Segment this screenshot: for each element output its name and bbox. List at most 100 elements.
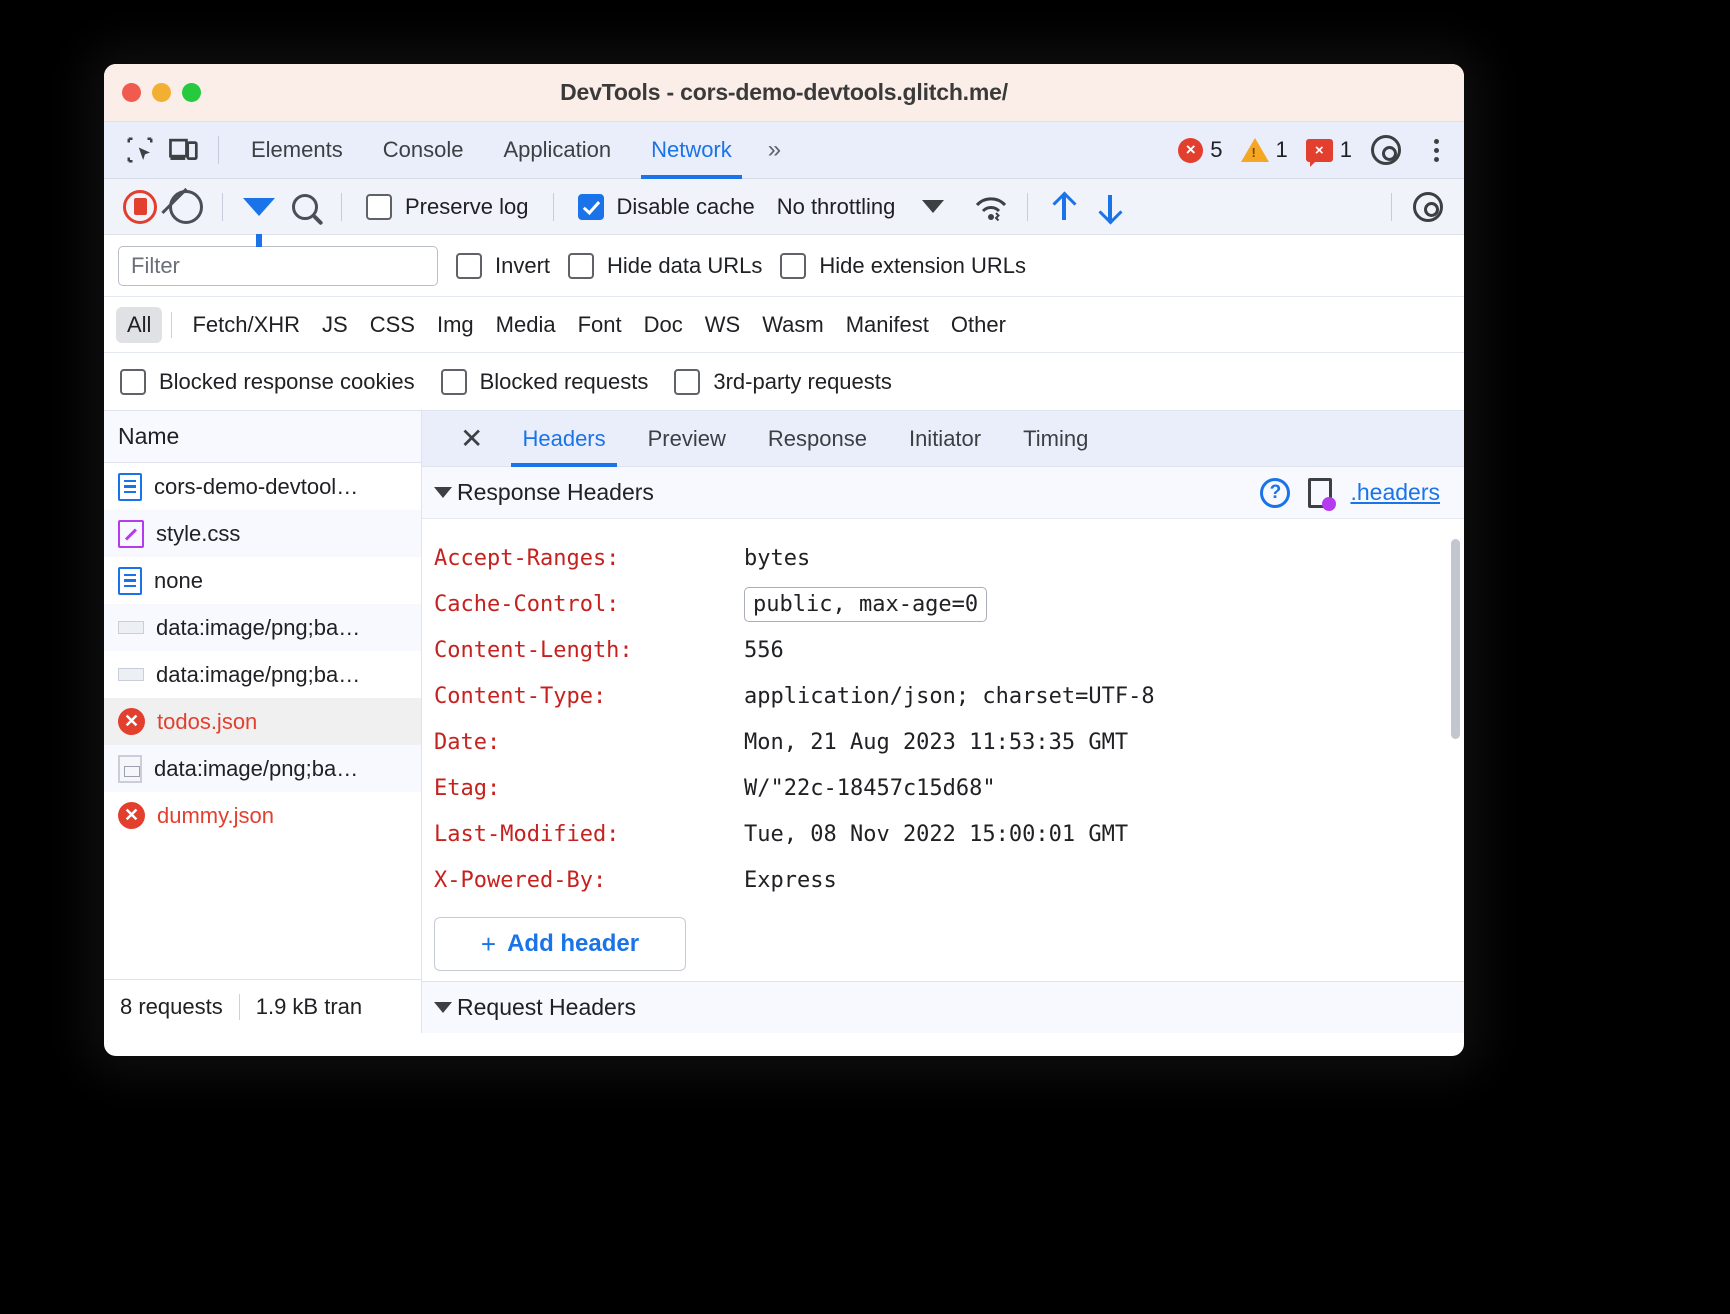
preserve-log-box[interactable] bbox=[366, 194, 392, 220]
add-header-button[interactable]: + Add header bbox=[434, 917, 686, 971]
header-value[interactable]: bytes bbox=[744, 546, 810, 571]
type-filter-img[interactable]: Img bbox=[426, 307, 485, 343]
blocked-response-cookies-checkbox[interactable]: Blocked response cookies bbox=[120, 369, 415, 395]
tab-initiator[interactable]: Initiator bbox=[888, 411, 1002, 467]
response-headers-section-header[interactable]: Response Headers ? .headers bbox=[422, 467, 1464, 519]
header-value[interactable]: Mon, 21 Aug 2023 11:53:35 GMT bbox=[744, 730, 1128, 755]
search-icon[interactable] bbox=[283, 185, 327, 229]
error-badge[interactable]: × 5 bbox=[1172, 137, 1228, 163]
throttling-select[interactable]: No throttling bbox=[777, 194, 896, 220]
issue-badge[interactable]: × 1 bbox=[1300, 137, 1358, 163]
override-file-link[interactable]: .headers bbox=[1350, 479, 1440, 506]
record-stop-icon[interactable] bbox=[118, 185, 162, 229]
stylesheet-icon bbox=[118, 520, 144, 548]
request-name: data:image/png;ba… bbox=[154, 756, 358, 782]
network-conditions-icon[interactable] bbox=[969, 185, 1013, 229]
header-value[interactable]: Express bbox=[744, 868, 837, 893]
header-value[interactable]: Tue, 08 Nov 2022 15:00:01 GMT bbox=[744, 822, 1128, 847]
header-value[interactable]: 556 bbox=[744, 638, 784, 663]
hide-extension-urls-checkbox[interactable]: Hide extension URLs bbox=[780, 253, 1026, 279]
table-row[interactable]: ✕ todos.json bbox=[104, 698, 421, 745]
tab-preview[interactable]: Preview bbox=[627, 411, 747, 467]
tab-timing[interactable]: Timing bbox=[1002, 411, 1109, 467]
tab-network[interactable]: Network bbox=[631, 122, 752, 179]
table-row[interactable]: cors-demo-devtool… bbox=[104, 463, 421, 510]
table-row[interactable]: style.css bbox=[104, 510, 421, 557]
blocked-response-cookies-box[interactable] bbox=[120, 369, 146, 395]
more-tabs-icon[interactable]: » bbox=[752, 136, 794, 164]
override-file-icon[interactable] bbox=[1308, 478, 1332, 508]
tab-elements[interactable]: Elements bbox=[231, 122, 363, 179]
third-party-requests-checkbox[interactable]: 3rd-party requests bbox=[674, 369, 892, 395]
header-row[interactable]: X-Powered-By: Express bbox=[422, 857, 1464, 903]
disable-cache-box[interactable] bbox=[578, 194, 604, 220]
blocked-requests-checkbox[interactable]: Blocked requests bbox=[441, 369, 649, 395]
third-party-requests-label: 3rd-party requests bbox=[713, 369, 892, 395]
request-headers-section-header[interactable]: Request Headers bbox=[422, 981, 1464, 1033]
device-toolbar-icon[interactable] bbox=[162, 128, 206, 172]
invert-box[interactable] bbox=[456, 253, 482, 279]
disable-cache-checkbox[interactable]: Disable cache bbox=[578, 194, 755, 220]
chevron-down-icon[interactable] bbox=[434, 487, 452, 498]
hide-data-urls-box[interactable] bbox=[568, 253, 594, 279]
type-filter-ws[interactable]: WS bbox=[694, 307, 751, 343]
type-filter-js[interactable]: JS bbox=[311, 307, 359, 343]
header-row[interactable]: Content-Type: application/json; charset=… bbox=[422, 673, 1464, 719]
type-filter-fetch-xhr[interactable]: Fetch/XHR bbox=[181, 307, 311, 343]
tab-response[interactable]: Response bbox=[747, 411, 888, 467]
help-question-icon[interactable]: ? bbox=[1260, 478, 1290, 508]
gear-icon[interactable] bbox=[1364, 128, 1408, 172]
upload-har-icon[interactable] bbox=[1042, 185, 1086, 229]
chevron-down-icon[interactable] bbox=[911, 185, 955, 229]
warning-badge[interactable]: 1 bbox=[1235, 137, 1294, 163]
type-filter-css[interactable]: CSS bbox=[359, 307, 426, 343]
hide-extension-urls-box[interactable] bbox=[780, 253, 806, 279]
invert-checkbox[interactable]: Invert bbox=[456, 253, 550, 279]
kebab-menu-icon[interactable] bbox=[1414, 128, 1458, 172]
close-icon[interactable]: ✕ bbox=[442, 422, 501, 455]
type-filter-media[interactable]: Media bbox=[485, 307, 567, 343]
hide-data-urls-checkbox[interactable]: Hide data URLs bbox=[568, 253, 762, 279]
column-header-name[interactable]: Name bbox=[104, 411, 421, 463]
tab-console[interactable]: Console bbox=[363, 122, 484, 179]
header-value-editable[interactable]: public, max-age=0 bbox=[744, 587, 987, 622]
type-filter-font[interactable]: Font bbox=[567, 307, 633, 343]
tab-application[interactable]: Application bbox=[483, 122, 631, 179]
header-row[interactable]: Accept-Ranges: bytes bbox=[422, 535, 1464, 581]
table-row[interactable]: data:image/png;ba… bbox=[104, 745, 421, 792]
blocked-filters: Blocked response cookies Blocked request… bbox=[104, 353, 1464, 411]
table-row[interactable]: ✕ dummy.json bbox=[104, 792, 421, 839]
type-filter-doc[interactable]: Doc bbox=[633, 307, 694, 343]
summary-divider bbox=[239, 994, 240, 1020]
preserve-log-checkbox[interactable]: Preserve log bbox=[366, 194, 529, 220]
issue-icon: × bbox=[1306, 139, 1333, 162]
header-name: Date: bbox=[434, 730, 744, 755]
header-value[interactable]: W/"22c-18457c15d68" bbox=[744, 776, 996, 801]
header-row[interactable]: Date: Mon, 21 Aug 2023 11:53:35 GMT bbox=[422, 719, 1464, 765]
table-row[interactable]: data:image/png;ba… bbox=[104, 604, 421, 651]
header-row[interactable]: Content-Length: 556 bbox=[422, 627, 1464, 673]
type-filter-all[interactable]: All bbox=[116, 307, 162, 343]
header-row[interactable]: Last-Modified: Tue, 08 Nov 2022 15:00:01… bbox=[422, 811, 1464, 857]
type-filter-wasm[interactable]: Wasm bbox=[751, 307, 835, 343]
table-row[interactable]: none bbox=[104, 557, 421, 604]
data-url-icon bbox=[118, 668, 144, 681]
header-row[interactable]: Cache-Control: public, max-age=0 bbox=[422, 581, 1464, 627]
type-filter-other[interactable]: Other bbox=[940, 307, 1017, 343]
type-filter-manifest[interactable]: Manifest bbox=[835, 307, 940, 343]
tab-headers[interactable]: Headers bbox=[501, 411, 626, 467]
detail-scrollbar[interactable] bbox=[1451, 539, 1460, 739]
clear-icon[interactable] bbox=[164, 185, 208, 229]
table-row[interactable]: data:image/png;ba… bbox=[104, 651, 421, 698]
chevron-down-icon[interactable] bbox=[434, 1002, 452, 1013]
third-party-requests-box[interactable] bbox=[674, 369, 700, 395]
search-input[interactable] bbox=[118, 246, 438, 286]
header-row[interactable]: Etag: W/"22c-18457c15d68" bbox=[422, 765, 1464, 811]
filter-funnel-icon[interactable] bbox=[237, 185, 281, 229]
download-har-icon[interactable] bbox=[1088, 185, 1132, 229]
blocked-requests-box[interactable] bbox=[441, 369, 467, 395]
disable-cache-label: Disable cache bbox=[617, 194, 755, 220]
header-value[interactable]: application/json; charset=UTF-8 bbox=[744, 684, 1155, 709]
inspect-element-icon[interactable] bbox=[118, 128, 162, 172]
network-settings-gear-icon[interactable] bbox=[1406, 185, 1450, 229]
